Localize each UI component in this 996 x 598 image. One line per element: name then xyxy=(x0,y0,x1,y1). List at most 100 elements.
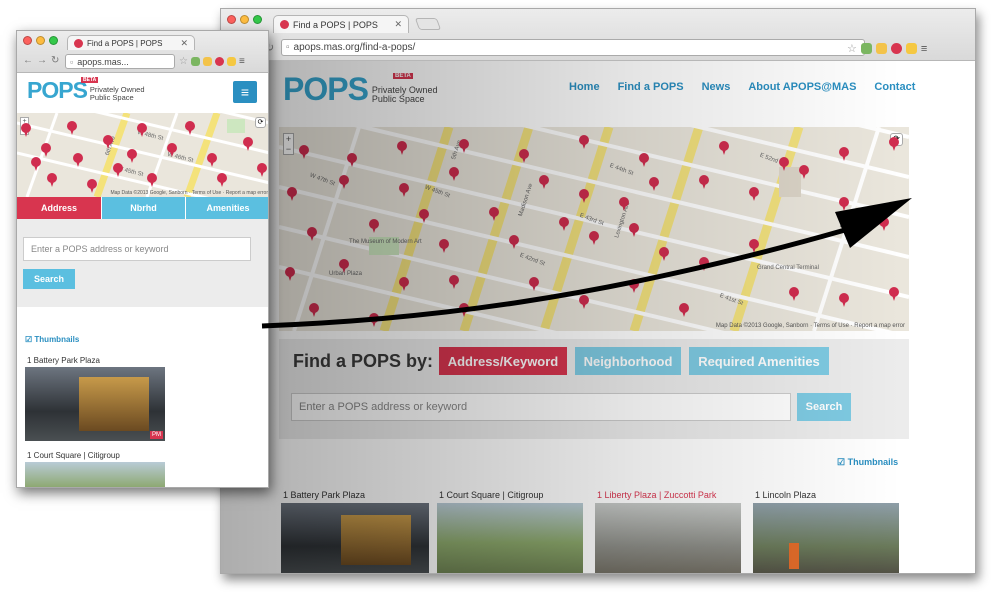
search-input[interactable]: Enter a POPS address or keyword xyxy=(291,393,791,421)
tab-neighborhood[interactable]: Nbrhd xyxy=(101,197,185,219)
map-pin-icon[interactable] xyxy=(449,167,459,181)
nav-news[interactable]: News xyxy=(702,81,731,93)
map-pin-icon[interactable] xyxy=(113,163,123,177)
map-pin-icon[interactable] xyxy=(649,177,659,191)
map-pin-icon[interactable] xyxy=(299,145,309,159)
map-rotate-icon[interactable]: ⟳ xyxy=(255,117,266,128)
close-icon[interactable] xyxy=(227,15,236,24)
map-pin-icon[interactable] xyxy=(889,287,899,301)
tab-required-amenities[interactable]: Required Amenities xyxy=(689,347,829,375)
browser-tab[interactable]: Find a POPS | POPS ✕ xyxy=(273,15,409,33)
map-pin-icon[interactable] xyxy=(749,239,759,253)
nav-home[interactable]: Home xyxy=(569,81,600,93)
map-pin-icon[interactable] xyxy=(127,149,137,163)
thumb-photo[interactable] xyxy=(281,503,429,573)
map-pin-icon[interactable] xyxy=(67,121,77,135)
pops-map[interactable]: + − ⟳ W 48th St W 46th St W 45th St 6th A… xyxy=(17,113,268,197)
map-pin-icon[interactable] xyxy=(243,137,253,151)
map-pin-icon[interactable] xyxy=(397,141,407,155)
map-pin-icon[interactable] xyxy=(147,173,157,187)
extension-green-icon[interactable] xyxy=(860,43,872,54)
map-pin-icon[interactable] xyxy=(589,231,599,245)
maximize-icon[interactable] xyxy=(253,15,262,24)
map-pin-icon[interactable] xyxy=(449,275,459,289)
search-button[interactable]: Search xyxy=(797,393,851,421)
extension-yellow-icon[interactable] xyxy=(875,43,887,54)
map-pin-icon[interactable] xyxy=(285,267,295,281)
map-pin-icon[interactable] xyxy=(41,143,51,157)
thumb-title[interactable]: 1 Court Square | Citigroup xyxy=(439,490,585,500)
map-pin-icon[interactable] xyxy=(879,217,889,231)
tab-address-keyword[interactable]: Address/Keyword xyxy=(439,347,567,375)
map-pin-icon[interactable] xyxy=(639,153,649,167)
map-pin-icon[interactable] xyxy=(399,277,409,291)
map-pin-icon[interactable] xyxy=(839,147,849,161)
map-pin-icon[interactable] xyxy=(579,295,589,309)
address-bar[interactable]: ▫ apops.mas.org/find-a-pops/ xyxy=(281,39,865,56)
map-pin-icon[interactable] xyxy=(103,135,113,149)
map-pin-icon[interactable] xyxy=(347,153,357,167)
map-pin-icon[interactable] xyxy=(699,257,709,271)
map-pin-icon[interactable] xyxy=(185,121,195,135)
map-pin-icon[interactable] xyxy=(369,219,379,233)
map-pin-icon[interactable] xyxy=(21,123,31,137)
map-pin-icon[interactable] xyxy=(217,173,227,187)
tab-address[interactable]: Address xyxy=(17,197,101,219)
extension-p-icon[interactable] xyxy=(226,57,236,66)
map-pin-icon[interactable] xyxy=(309,303,319,317)
map-pin-icon[interactable] xyxy=(699,175,709,189)
map-pin-icon[interactable] xyxy=(31,157,41,171)
thumb-title[interactable]: 1 Liberty Plaza | Zuccotti Park xyxy=(597,490,743,500)
thumb-photo[interactable]: PM xyxy=(25,367,165,441)
extension-p-icon[interactable] xyxy=(905,43,917,54)
map-pin-icon[interactable] xyxy=(839,293,849,307)
map-pin-icon[interactable] xyxy=(167,143,177,157)
map-pin-icon[interactable] xyxy=(839,197,849,211)
map-pin-icon[interactable] xyxy=(287,187,297,201)
map-zoom-control[interactable]: + − xyxy=(283,133,294,155)
map-pin-icon[interactable] xyxy=(399,183,409,197)
map-pin-icon[interactable] xyxy=(619,197,629,211)
site-logo[interactable]: POPS BETA Privately Owned Public Space xyxy=(27,77,145,104)
site-logo[interactable]: POPS BETA Privately Owned Public Space xyxy=(283,71,437,108)
map-pin-icon[interactable] xyxy=(339,175,349,189)
reload-icon[interactable]: ↻ xyxy=(51,55,59,66)
tab-amenities[interactable]: Amenities xyxy=(185,197,268,219)
thumb-photo[interactable] xyxy=(595,503,741,573)
menu-toggle-button[interactable]: ≡ xyxy=(233,81,257,103)
menu-hamburger-icon[interactable]: ≡ xyxy=(239,56,245,67)
map-pin-icon[interactable] xyxy=(779,157,789,171)
map-pin-icon[interactable] xyxy=(789,287,799,301)
bookmark-star-icon[interactable]: ☆ xyxy=(179,56,188,67)
map-pin-icon[interactable] xyxy=(579,189,589,203)
tab-close-icon[interactable]: ✕ xyxy=(180,38,188,49)
map-pin-icon[interactable] xyxy=(719,141,729,155)
map-pin-icon[interactable] xyxy=(539,175,549,189)
extension-yellow-icon[interactable] xyxy=(202,57,212,66)
extension-red-icon[interactable] xyxy=(214,57,224,66)
map-pin-icon[interactable] xyxy=(679,303,689,317)
thumb-photo[interactable] xyxy=(753,503,899,573)
menu-hamburger-icon[interactable]: ≡ xyxy=(921,43,927,55)
map-pin-icon[interactable] xyxy=(257,163,267,177)
map-pin-icon[interactable] xyxy=(369,313,379,327)
map-pin-icon[interactable] xyxy=(799,165,809,179)
address-bar[interactable]: ▫ apops.mas... xyxy=(65,54,175,69)
bookmark-star-icon[interactable]: ☆ xyxy=(847,42,857,55)
map-pin-icon[interactable] xyxy=(509,235,519,249)
map-pin-icon[interactable] xyxy=(137,123,147,137)
map-pin-icon[interactable] xyxy=(529,277,539,291)
thumbnails-toggle[interactable]: ☑ Thumbnails xyxy=(837,457,898,468)
minimize-icon[interactable] xyxy=(36,36,45,45)
search-input[interactable]: Enter a POPS address or keyword xyxy=(23,237,251,261)
nav-find-a-pops[interactable]: Find a POPS xyxy=(618,81,684,93)
map-pin-icon[interactable] xyxy=(87,179,97,193)
maximize-icon[interactable] xyxy=(49,36,58,45)
new-tab-button[interactable] xyxy=(414,18,442,30)
map-pin-icon[interactable] xyxy=(629,223,639,237)
map-pin-icon[interactable] xyxy=(439,239,449,253)
thumb-title[interactable]: 1 Court Square | Citigroup xyxy=(27,451,167,460)
close-icon[interactable] xyxy=(23,36,32,45)
map-pin-icon[interactable] xyxy=(889,137,899,151)
map-pin-icon[interactable] xyxy=(419,209,429,223)
